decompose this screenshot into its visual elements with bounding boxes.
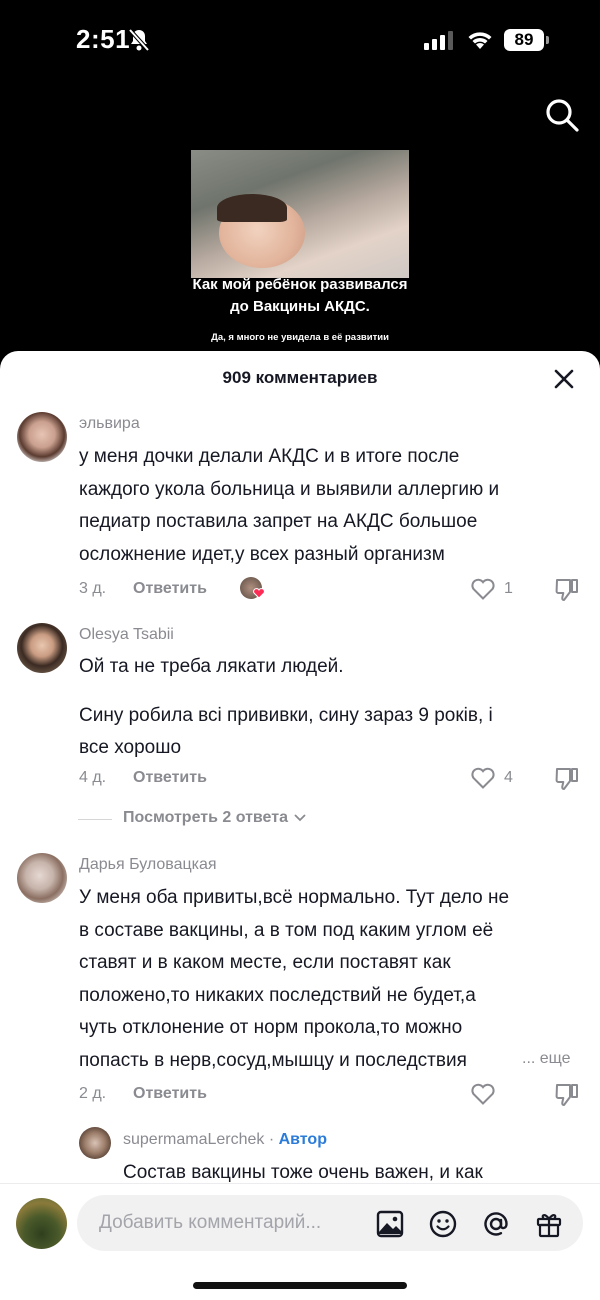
comment-line: чуть отклонение от норм прокола,то можно xyxy=(79,1017,463,1038)
avatar[interactable] xyxy=(79,1127,111,1159)
comment-line xyxy=(79,684,493,700)
search-icon[interactable] xyxy=(542,95,582,135)
comment-line: попасть в нерв,сосуд,мышцу и последствия xyxy=(79,1049,467,1071)
dislike-icon[interactable] xyxy=(554,1082,580,1108)
comment-username[interactable]: Дарья Буловацкая xyxy=(79,856,217,874)
comment-date: 3 д. xyxy=(79,580,107,597)
comments-sheet: 909 комментариев эльвира у меня дочки де… xyxy=(0,351,600,1300)
like-count: 4 xyxy=(504,769,513,786)
reply-button[interactable]: Ответить xyxy=(133,769,207,787)
status-bar: 2:51 89 xyxy=(0,0,600,80)
comment-username[interactable]: Olesya Tsabii xyxy=(79,626,174,644)
comment-text: У меня оба привиты,всё нормально. Тут де… xyxy=(79,882,509,1077)
comment-username[interactable]: эльвира xyxy=(79,415,140,433)
heart-outline-icon xyxy=(471,1083,495,1105)
dislike-icon[interactable] xyxy=(554,766,580,792)
comment-line: в составе вакцины, а в том под каким угл… xyxy=(79,919,494,941)
comment-input[interactable]: Добавить комментарий... xyxy=(77,1195,583,1251)
avatar[interactable] xyxy=(17,853,67,903)
separator-dot: · xyxy=(264,1131,279,1148)
home-indicator[interactable] xyxy=(193,1282,407,1289)
battery-indicator: 89 xyxy=(504,29,544,51)
view-replies-label: Посмотреть 2 ответа xyxy=(123,809,288,826)
baby-hair-image xyxy=(217,194,287,222)
silent-mode-icon xyxy=(128,28,150,52)
heart-badge-icon xyxy=(253,588,265,599)
like-count: 1 xyxy=(504,580,513,597)
dislike-icon[interactable] xyxy=(554,577,580,603)
comment-date: 2 д. xyxy=(79,1085,107,1102)
gift-icon[interactable] xyxy=(534,1209,564,1239)
chevron-down-icon xyxy=(294,814,307,822)
reply-button[interactable]: Ответить xyxy=(133,1085,207,1103)
video-preview[interactable]: Как мой ребёнок развивался до Вакцины АК… xyxy=(191,150,409,350)
author-badge: Автор xyxy=(278,1131,327,1148)
comment-line: педиатр поставила запрет на АКДС большое xyxy=(79,511,478,532)
comment-line: положено,то никаких последствий не будет… xyxy=(79,984,476,1006)
comment-line: осложнение идет,у всех разный организм xyxy=(79,543,445,565)
close-icon[interactable] xyxy=(553,368,575,390)
heart-outline-icon xyxy=(471,578,495,600)
comment-text: у меня дочки делали АКДС и в итоге после… xyxy=(79,441,499,571)
heart-outline-icon xyxy=(471,767,495,789)
wifi-icon xyxy=(468,32,492,49)
like-button[interactable] xyxy=(470,1082,496,1106)
comment-date: 4 д. xyxy=(79,769,107,786)
comment-line: Ой та не треба лякати людей. xyxy=(79,656,344,677)
video-subtitle: Да, я много не увидела в её развитии xyxy=(211,332,389,343)
comment-line: у меня дочки делали АКДС и в итоге после xyxy=(79,446,460,467)
like-button[interactable]: 1 xyxy=(470,577,513,601)
comment-line: Сину робила всі прививки, сину зараз 9 р… xyxy=(79,704,493,726)
comment-line: каждого укола больница и выявили аллерги… xyxy=(79,478,500,500)
reply-username[interactable]: supermamaLerchek xyxy=(123,1131,264,1148)
comment-line: У меня оба привиты,всё нормально. Тут де… xyxy=(79,887,510,908)
battery-tip xyxy=(546,36,549,44)
avatar[interactable] xyxy=(17,412,67,462)
comment-text: Ой та не треба лякати людей. Сину робила… xyxy=(79,651,493,765)
reply-username-row: supermamaLerchek · Автор xyxy=(123,1131,327,1149)
see-more-button[interactable]: ... еще xyxy=(518,1050,571,1068)
emoji-icon[interactable] xyxy=(428,1209,458,1239)
mention-icon[interactable] xyxy=(481,1209,511,1239)
comment-line: все хорошо xyxy=(79,737,182,758)
cellular-signal-icon xyxy=(424,31,453,50)
my-avatar xyxy=(16,1198,67,1249)
video-caption: Как мой ребёнок развивался до Вакцины АК… xyxy=(191,274,409,318)
comment-input-bar: Добавить комментарий... xyxy=(0,1183,600,1300)
comment-line: ставят и в каком месте, если поставят ка… xyxy=(79,952,451,973)
status-time: 2:51 xyxy=(76,24,131,54)
avatar[interactable] xyxy=(17,623,67,673)
comments-count-title: 909 комментариев xyxy=(222,368,378,387)
view-replies-button[interactable]: Посмотреть 2 ответа xyxy=(123,809,307,827)
video-caption-line2: до Вакцины АКДС. xyxy=(230,298,370,315)
comment-input-placeholder: Добавить комментарий... xyxy=(99,1212,322,1233)
image-icon[interactable] xyxy=(375,1209,405,1239)
reply-button[interactable]: Ответить xyxy=(133,580,207,598)
video-caption-line1: Как мой ребёнок развивался xyxy=(192,276,408,293)
replies-divider xyxy=(78,819,112,820)
like-button[interactable]: 4 xyxy=(470,766,513,790)
video-thumbnail xyxy=(191,150,409,278)
